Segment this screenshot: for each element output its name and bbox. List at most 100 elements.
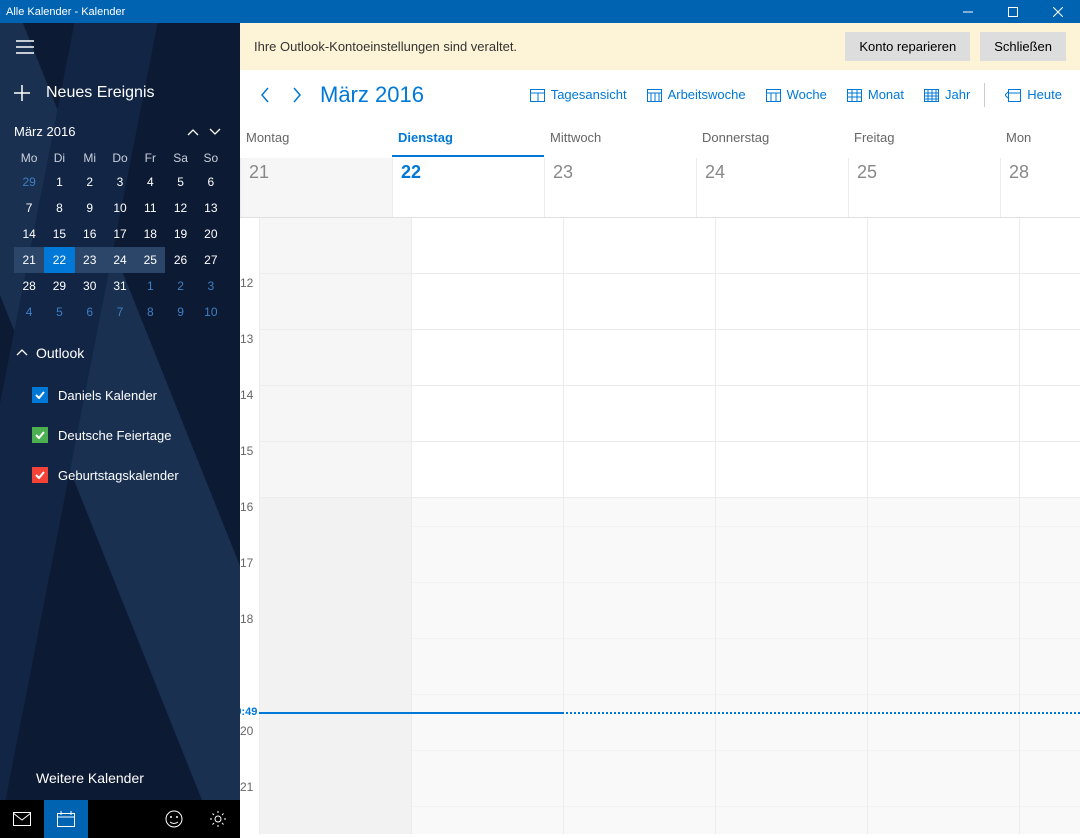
mini-calendar-day[interactable]: 17 <box>105 221 135 247</box>
hour-cell[interactable] <box>868 218 1019 274</box>
hour-cell[interactable] <box>868 778 1019 834</box>
hour-cell[interactable] <box>260 610 411 666</box>
hour-cell[interactable] <box>564 778 715 834</box>
hour-cell[interactable] <box>716 610 867 666</box>
mini-calendar-day[interactable]: 24 <box>105 247 135 273</box>
view-button-jahr[interactable]: Jahr <box>914 79 980 110</box>
hour-cell[interactable] <box>564 442 715 498</box>
calendar-checkbox[interactable] <box>32 427 48 443</box>
allday-cell[interactable]: 23 <box>544 158 696 217</box>
mini-calendar-next[interactable] <box>204 124 226 139</box>
more-calendars-button[interactable]: Weitere Kalender <box>0 756 240 800</box>
mini-calendar-day[interactable]: 15 <box>44 221 74 247</box>
hour-cell[interactable] <box>716 274 867 330</box>
hour-cell[interactable] <box>412 498 563 554</box>
view-button-today[interactable]: Heute <box>995 79 1072 110</box>
hour-cell[interactable] <box>412 554 563 610</box>
hour-cell[interactable] <box>716 218 867 274</box>
close-notification-button[interactable]: Schließen <box>980 32 1066 61</box>
mini-calendar-day[interactable]: 1 <box>135 273 165 299</box>
mini-calendar-day[interactable]: 30 <box>75 273 105 299</box>
hour-cell[interactable] <box>868 386 1019 442</box>
day-column[interactable] <box>411 218 563 834</box>
calendar-button[interactable] <box>44 800 88 838</box>
mini-calendar-day[interactable]: 5 <box>165 169 195 195</box>
maximize-button[interactable] <box>990 0 1035 23</box>
hour-cell[interactable] <box>1020 722 1080 778</box>
hour-cell[interactable] <box>716 330 867 386</box>
prev-period-button[interactable] <box>252 77 278 113</box>
mini-calendar-day[interactable]: 14 <box>14 221 44 247</box>
hour-cell[interactable] <box>868 498 1019 554</box>
mini-calendar-day[interactable]: 6 <box>75 299 105 325</box>
mini-calendar-day[interactable]: 28 <box>14 273 44 299</box>
hour-cell[interactable] <box>564 610 715 666</box>
hour-cell[interactable] <box>412 330 563 386</box>
hour-cell[interactable] <box>260 442 411 498</box>
mini-calendar-day[interactable]: 3 <box>105 169 135 195</box>
view-button-tagesansicht[interactable]: Tagesansicht <box>520 79 637 110</box>
allday-cell[interactable]: 21 <box>240 158 392 217</box>
calendar-item[interactable]: Daniels Kalender <box>32 375 234 415</box>
hour-cell[interactable] <box>1020 442 1080 498</box>
hour-cell[interactable] <box>716 722 867 778</box>
close-button[interactable] <box>1035 0 1080 23</box>
calendar-grid[interactable]: 121314151617182021 19:49 <box>240 218 1080 838</box>
hour-cell[interactable] <box>1020 778 1080 834</box>
mini-calendar-day[interactable]: 26 <box>165 247 195 273</box>
mini-calendar-day[interactable]: 27 <box>196 247 226 273</box>
mini-calendar-day[interactable]: 16 <box>75 221 105 247</box>
hour-cell[interactable] <box>716 442 867 498</box>
hour-cell[interactable] <box>412 218 563 274</box>
mini-calendar-day[interactable]: 4 <box>14 299 44 325</box>
new-event-button[interactable]: Neues Ereignis <box>0 70 240 116</box>
hour-cell[interactable] <box>1020 610 1080 666</box>
hour-cell[interactable] <box>868 330 1019 386</box>
hour-cell[interactable] <box>564 722 715 778</box>
hour-cell[interactable] <box>868 722 1019 778</box>
hour-cell[interactable] <box>412 442 563 498</box>
day-header[interactable]: Freitag <box>848 119 1000 157</box>
hour-cell[interactable] <box>1020 498 1080 554</box>
day-column[interactable] <box>1019 218 1080 834</box>
day-header[interactable]: Mon <box>1000 119 1080 157</box>
mini-calendar-day[interactable]: 8 <box>135 299 165 325</box>
mini-calendar-day[interactable]: 23 <box>75 247 105 273</box>
feedback-button[interactable] <box>152 800 196 838</box>
view-button-monat[interactable]: Monat <box>837 79 914 110</box>
hour-cell[interactable] <box>260 274 411 330</box>
mini-calendar-day[interactable]: 25 <box>135 247 165 273</box>
settings-button[interactable] <box>196 800 240 838</box>
allday-cell[interactable]: 28 <box>1000 158 1080 217</box>
day-column[interactable] <box>867 218 1019 834</box>
mini-calendar-day[interactable]: 18 <box>135 221 165 247</box>
hour-cell[interactable] <box>868 442 1019 498</box>
mini-calendar-day[interactable]: 1 <box>44 169 74 195</box>
hour-cell[interactable] <box>564 498 715 554</box>
hour-cell[interactable] <box>412 274 563 330</box>
minimize-button[interactable] <box>945 0 990 23</box>
mini-calendar-day[interactable]: 12 <box>165 195 195 221</box>
hour-cell[interactable] <box>868 554 1019 610</box>
mini-calendar-day[interactable]: 5 <box>44 299 74 325</box>
hour-cell[interactable] <box>716 498 867 554</box>
mini-calendar-day[interactable]: 19 <box>165 221 195 247</box>
hour-cell[interactable] <box>564 218 715 274</box>
mini-calendar-day[interactable]: 4 <box>135 169 165 195</box>
hour-cell[interactable] <box>868 610 1019 666</box>
day-header[interactable]: Mittwoch <box>544 119 696 157</box>
hour-cell[interactable] <box>716 386 867 442</box>
hour-cell[interactable] <box>260 778 411 834</box>
mini-calendar-day[interactable]: 7 <box>105 299 135 325</box>
hour-cell[interactable] <box>1020 554 1080 610</box>
mini-calendar-day[interactable]: 2 <box>75 169 105 195</box>
hour-cell[interactable] <box>868 274 1019 330</box>
hour-cell[interactable] <box>564 274 715 330</box>
mini-calendar-day[interactable]: 8 <box>44 195 74 221</box>
mini-calendar-day[interactable]: 29 <box>44 273 74 299</box>
hour-cell[interactable] <box>716 554 867 610</box>
next-period-button[interactable] <box>284 77 310 113</box>
mini-calendar-prev[interactable] <box>182 124 204 139</box>
allday-cell[interactable]: 25 <box>848 158 1000 217</box>
mini-calendar-day[interactable]: 7 <box>14 195 44 221</box>
